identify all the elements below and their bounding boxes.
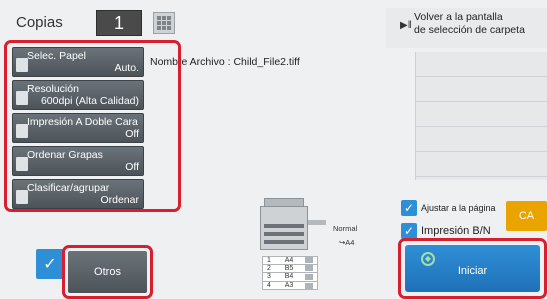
start-label: Iniciar bbox=[457, 265, 488, 277]
printer-icon bbox=[256, 194, 332, 258]
bw-print-label: Impresión B/N bbox=[421, 225, 491, 237]
return-line1: Volver a la pantalla bbox=[414, 11, 503, 23]
others-highlight: Otros bbox=[62, 245, 153, 299]
checkmark-icon: ✓ bbox=[401, 200, 417, 216]
settings-panel: Selec. Papel Auto. Resolución 600dpi (Al… bbox=[4, 40, 181, 212]
tray-row: 4 A3 bbox=[262, 281, 318, 291]
play-arrow-icon: ▶‖ bbox=[400, 20, 412, 31]
tray-row: 2 B5 bbox=[262, 264, 318, 274]
file-name-value: Child_File2.tiff bbox=[233, 56, 300, 68]
bw-print-checkbox[interactable]: ✓ Impresión B/N bbox=[401, 223, 491, 239]
paper-select-value: Auto. bbox=[114, 62, 139, 74]
fit-page-label: Ajustar a la página bbox=[421, 203, 496, 213]
paper-icon bbox=[305, 273, 313, 280]
collate-group-button[interactable]: Clasificar/agrupar Ordenar bbox=[12, 179, 144, 209]
file-name-separator: : bbox=[227, 56, 231, 68]
checkmark-icon: ✓ bbox=[401, 223, 417, 239]
start-button[interactable]: ◆ Iniciar bbox=[405, 245, 540, 292]
collate-group-value: Ordenar bbox=[100, 194, 139, 206]
duplex-print-value: Off bbox=[125, 128, 139, 140]
fit-page-checkbox[interactable]: ✓ Ajustar a la página bbox=[401, 200, 496, 216]
resolution-label: Resolución bbox=[27, 83, 79, 95]
staple-sort-value: Off bbox=[125, 161, 139, 173]
staple-sort-button[interactable]: Ordenar Grapas Off bbox=[12, 146, 144, 176]
output-size-label: ↪A4 bbox=[339, 238, 355, 247]
copies-count-field[interactable]: 1 bbox=[96, 10, 142, 36]
duplex-print-button[interactable]: Impresión A Doble Cara Off bbox=[12, 113, 144, 143]
return-to-folder-button[interactable]: ▶‖ Volver a la pantalla de selección de … bbox=[386, 8, 547, 48]
start-highlight: ◆ Iniciar bbox=[398, 238, 547, 299]
paper-icon bbox=[305, 257, 313, 264]
paper-select-label: Selec. Papel bbox=[27, 50, 86, 62]
right-side-panel bbox=[415, 52, 547, 180]
staple-sort-label: Ordenar Grapas bbox=[27, 149, 103, 161]
paper-icon bbox=[305, 265, 313, 272]
start-diamond-icon: ◆ bbox=[421, 252, 435, 266]
resolution-value: 600dpi (Alta Calidad) bbox=[40, 95, 139, 107]
collate-group-label: Clasificar/agrupar bbox=[27, 182, 110, 194]
return-line2: de selección de carpeta bbox=[414, 24, 525, 36]
others-button[interactable]: Otros bbox=[68, 251, 147, 293]
output-mode-label: Normal bbox=[333, 224, 358, 233]
resolution-button[interactable]: Resolución 600dpi (Alta Calidad) bbox=[12, 80, 144, 110]
copies-label: Copias bbox=[16, 14, 63, 31]
checkmark-icon[interactable]: ✓ bbox=[36, 249, 64, 279]
paper-tray-table: 1 A4 2 B5 3 B4 4 A3 bbox=[262, 256, 318, 291]
paper-icon bbox=[305, 282, 313, 289]
clear-all-button[interactable]: CA bbox=[506, 201, 547, 231]
tray-row: 3 B4 bbox=[262, 273, 318, 282]
paper-select-button[interactable]: Selec. Papel Auto. bbox=[12, 47, 144, 77]
duplex-print-label: Impresión A Doble Cara bbox=[27, 116, 138, 128]
output-size-value: A4 bbox=[345, 238, 355, 247]
tray-row: 1 A4 bbox=[262, 256, 318, 265]
keypad-icon[interactable] bbox=[153, 12, 175, 34]
